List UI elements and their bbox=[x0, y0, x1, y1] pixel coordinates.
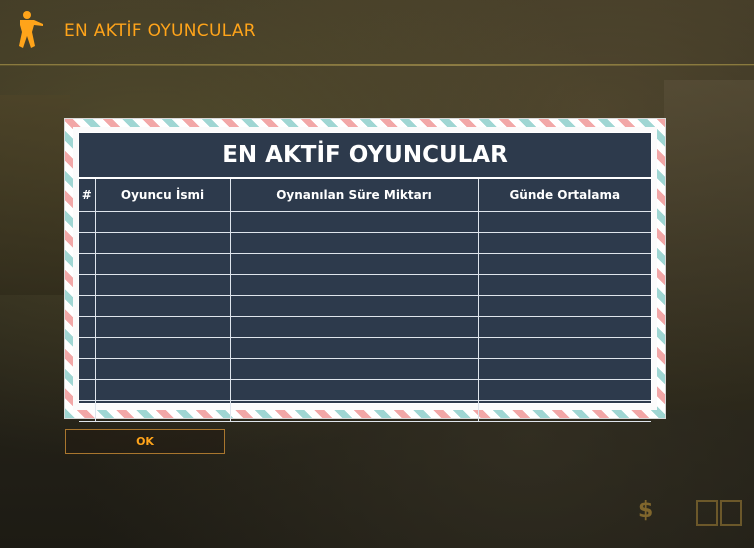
rank-cell bbox=[79, 379, 96, 401]
daily-average-cell bbox=[477, 295, 651, 317]
rank-cell bbox=[79, 253, 96, 275]
table-row bbox=[79, 316, 651, 338]
player-name-cell bbox=[94, 295, 231, 317]
daily-average-cell bbox=[477, 274, 651, 296]
playtime-cell bbox=[229, 379, 479, 401]
player-name-cell bbox=[94, 253, 231, 275]
leaderboard-title: EN AKTİF OYUNCULAR bbox=[79, 133, 651, 179]
column-header-playtime: Oynanılan Süre Miktarı bbox=[229, 179, 479, 212]
table-header-row: # Oyuncu İsmi Oynanılan Süre Miktarı Gün… bbox=[79, 179, 651, 212]
hud-money-icon: $ bbox=[638, 498, 654, 523]
table-row bbox=[79, 232, 651, 254]
playtime-cell bbox=[229, 253, 479, 275]
table-row bbox=[79, 400, 651, 422]
table-row bbox=[79, 295, 651, 317]
background-scene-wall bbox=[0, 95, 70, 295]
playtime-cell bbox=[229, 337, 479, 359]
playtime-cell bbox=[229, 400, 479, 422]
leaderboard-table: # Oyuncu İsmi Oynanılan Süre Miktarı Gün… bbox=[79, 179, 651, 422]
daily-average-cell bbox=[477, 316, 651, 338]
rank-cell bbox=[79, 232, 96, 254]
rank-cell bbox=[79, 211, 96, 233]
player-name-cell bbox=[94, 211, 231, 233]
column-header-player-name: Oyuncu İsmi bbox=[94, 179, 231, 212]
table-row bbox=[79, 211, 651, 233]
table-row bbox=[79, 358, 651, 380]
playtime-cell bbox=[229, 211, 479, 233]
column-header-rank: # bbox=[79, 179, 96, 212]
playtime-cell bbox=[229, 358, 479, 380]
playtime-cell bbox=[229, 295, 479, 317]
table-row bbox=[79, 274, 651, 296]
rank-cell bbox=[79, 316, 96, 338]
background-scene-right bbox=[664, 80, 754, 410]
rank-cell bbox=[79, 295, 96, 317]
player-name-cell bbox=[94, 358, 231, 380]
table-row bbox=[79, 379, 651, 401]
window-title: EN AKTİF OYUNCULAR bbox=[64, 21, 256, 41]
table-row bbox=[79, 337, 651, 359]
player-name-cell bbox=[94, 232, 231, 254]
daily-average-cell bbox=[477, 400, 651, 422]
rank-cell bbox=[79, 274, 96, 296]
player-name-cell bbox=[94, 400, 231, 422]
daily-average-cell bbox=[477, 379, 651, 401]
daily-average-cell bbox=[477, 337, 651, 359]
hud-ammo-icon bbox=[696, 500, 718, 526]
playtime-cell bbox=[229, 316, 479, 338]
player-name-cell bbox=[94, 316, 231, 338]
daily-average-cell bbox=[477, 211, 651, 233]
rank-cell bbox=[79, 400, 96, 422]
rank-cell bbox=[79, 358, 96, 380]
table-row bbox=[79, 253, 651, 275]
player-name-cell bbox=[94, 379, 231, 401]
playtime-cell bbox=[229, 274, 479, 296]
daily-average-cell bbox=[477, 358, 651, 380]
counter-strike-icon bbox=[19, 11, 43, 48]
ok-button[interactable]: OK bbox=[65, 429, 225, 454]
player-name-cell bbox=[94, 274, 231, 296]
window-titlebar: EN AKTİF OYUNCULAR bbox=[0, 0, 754, 66]
leaderboard-panel: EN AKTİF OYUNCULAR # Oyuncu İsmi Oynanıl… bbox=[65, 119, 665, 422]
rank-cell bbox=[79, 337, 96, 359]
panel-inner: EN AKTİF OYUNCULAR # Oyuncu İsmi Oynanıl… bbox=[73, 127, 657, 422]
player-name-cell bbox=[94, 337, 231, 359]
hud-ammo-icon bbox=[720, 500, 742, 526]
column-header-daily-average: Günde Ortalama bbox=[477, 179, 651, 212]
leaderboard: EN AKTİF OYUNCULAR # Oyuncu İsmi Oynanıl… bbox=[78, 132, 652, 422]
daily-average-cell bbox=[477, 232, 651, 254]
playtime-cell bbox=[229, 232, 479, 254]
daily-average-cell bbox=[477, 253, 651, 275]
